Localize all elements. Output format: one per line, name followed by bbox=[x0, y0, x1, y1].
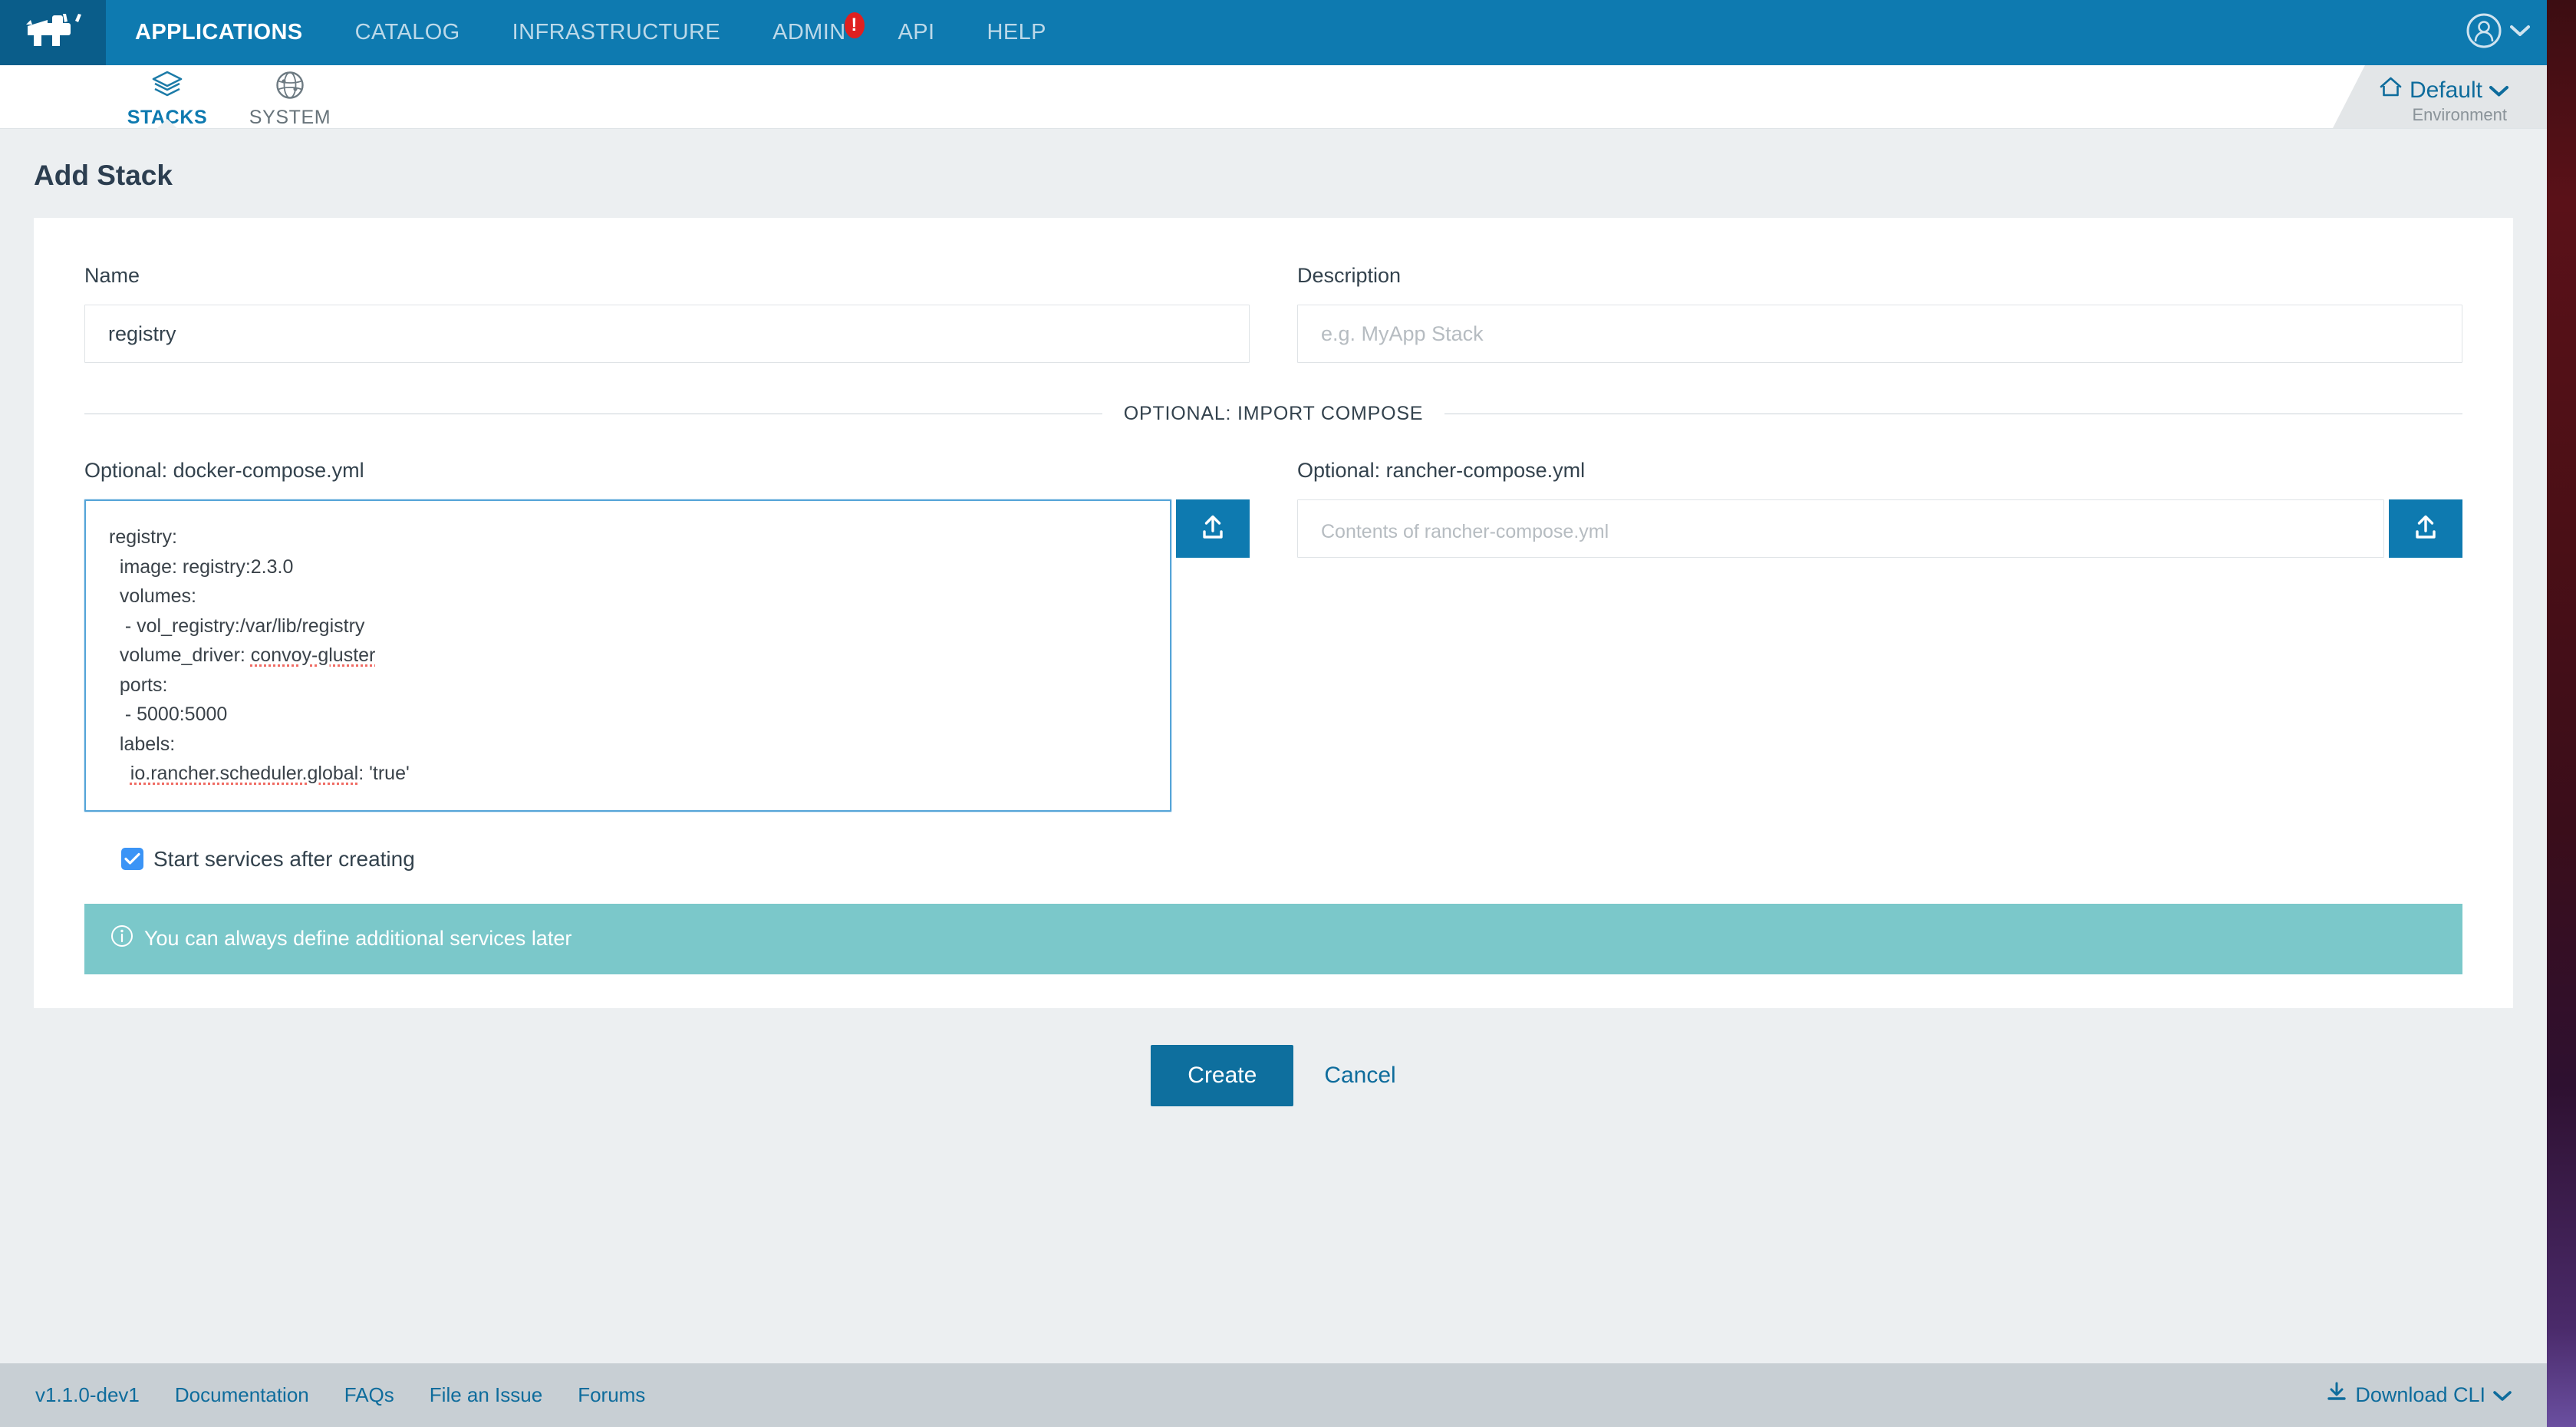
subnav-tab-system[interactable]: SYSTEM bbox=[229, 65, 351, 129]
user-menu[interactable] bbox=[2466, 0, 2530, 65]
footer-link-file-an-issue[interactable]: File an Issue bbox=[430, 1383, 542, 1407]
environment-name: Default bbox=[2409, 77, 2482, 103]
main-nav-links: APPLICATIONS CATALOG INFRASTRUCTURE ADMI… bbox=[106, 0, 1072, 65]
start-services-checkbox[interactable] bbox=[121, 848, 143, 870]
docker-compose-group: Optional: docker-compose.yml registry: i… bbox=[84, 459, 1250, 812]
page-title: Add Stack bbox=[0, 129, 2547, 218]
chevron-down-icon bbox=[2493, 1383, 2512, 1407]
divider-label: OPTIONAL: IMPORT COMPOSE bbox=[1123, 403, 1424, 424]
footer-links: v1.1.0-dev1 Documentation FAQs File an I… bbox=[35, 1383, 645, 1407]
name-field-group: Name bbox=[84, 264, 1250, 363]
globe-network-icon bbox=[275, 70, 305, 104]
home-icon bbox=[2379, 76, 2403, 104]
download-cli-label: Download CLI bbox=[2355, 1383, 2485, 1406]
description-label: Description bbox=[1297, 264, 1402, 287]
footer-link-faqs[interactable]: FAQs bbox=[344, 1383, 394, 1407]
nav-link-label: HELP bbox=[987, 20, 1046, 44]
description-input[interactable] bbox=[1297, 305, 2462, 363]
create-button[interactable]: Create bbox=[1151, 1044, 1294, 1106]
info-banner: You can always define additional service… bbox=[84, 903, 2462, 974]
docker-compose-label: Optional: docker-compose.yml bbox=[84, 459, 364, 482]
nav-link-catalog[interactable]: CATALOG bbox=[329, 0, 486, 65]
download-cli-button[interactable]: Download CLI bbox=[2326, 1382, 2512, 1409]
nav-link-applications[interactable]: APPLICATIONS bbox=[106, 0, 329, 65]
subnav-tab-label: STACKS bbox=[127, 107, 208, 128]
sub-navigation-bar: STACKS SYSTEM Default Environment bbox=[0, 65, 2547, 130]
rancher-compose-group: Optional: rancher-compose.yml bbox=[1297, 459, 2462, 812]
footer: v1.1.0-dev1 Documentation FAQs File an I… bbox=[0, 1363, 2547, 1427]
footer-link-version[interactable]: v1.1.0-dev1 bbox=[35, 1383, 140, 1407]
nav-link-label: ADMIN bbox=[772, 20, 846, 44]
nav-link-help[interactable]: HELP bbox=[961, 0, 1072, 65]
nav-link-api[interactable]: API bbox=[872, 0, 961, 65]
download-icon bbox=[2326, 1382, 2347, 1409]
nav-link-label: APPLICATIONS bbox=[135, 20, 303, 44]
rancher-compose-label: Optional: rancher-compose.yml bbox=[1297, 459, 1586, 482]
subnav-tab-label: SYSTEM bbox=[249, 107, 331, 128]
add-stack-form-card: Name Description OPTIONAL: IMPORT COMPOS… bbox=[34, 218, 2513, 1008]
footer-link-documentation[interactable]: Documentation bbox=[175, 1383, 309, 1407]
desktop-background-strip bbox=[2547, 0, 2576, 1427]
nav-link-label: API bbox=[898, 20, 935, 44]
import-compose-divider: OPTIONAL: IMPORT COMPOSE bbox=[84, 403, 2462, 425]
cancel-button[interactable]: Cancel bbox=[1324, 1063, 1395, 1089]
name-label: Name bbox=[84, 264, 140, 287]
upload-icon bbox=[2413, 515, 2439, 543]
browser-window: APPLICATIONS CATALOG INFRASTRUCTURE ADMI… bbox=[0, 0, 2547, 1427]
upload-docker-compose-button[interactable] bbox=[1176, 499, 1250, 558]
docker-compose-textarea[interactable]: registry: image: registry:2.3.0 volumes:… bbox=[84, 499, 1171, 812]
start-services-label: Start services after creating bbox=[153, 846, 415, 871]
footer-link-forums[interactable]: Forums bbox=[578, 1383, 645, 1407]
upload-icon bbox=[1200, 515, 1226, 543]
environment-sublabel: Environment bbox=[2412, 105, 2507, 124]
name-input[interactable] bbox=[84, 305, 1250, 363]
form-actions: Create Cancel bbox=[0, 1008, 2547, 1106]
name-description-row: Name Description bbox=[84, 264, 2462, 363]
subnav-tab-stacks[interactable]: STACKS bbox=[106, 65, 229, 130]
description-field-group: Description bbox=[1297, 264, 2462, 363]
start-services-checkbox-row[interactable]: Start services after creating bbox=[121, 847, 2462, 872]
layers-icon bbox=[151, 70, 183, 104]
rancher-compose-textarea[interactable] bbox=[1297, 499, 2384, 558]
top-navigation-bar: APPLICATIONS CATALOG INFRASTRUCTURE ADMI… bbox=[0, 0, 2547, 65]
chevron-down-icon bbox=[2489, 77, 2508, 104]
info-banner-text: You can always define additional service… bbox=[144, 927, 572, 950]
user-avatar-icon bbox=[2466, 12, 2502, 53]
upload-rancher-compose-button[interactable] bbox=[2389, 499, 2462, 558]
environment-selector[interactable]: Default Environment bbox=[2332, 65, 2547, 128]
rancher-cow-logo[interactable] bbox=[0, 0, 106, 65]
card-bottom-spacer bbox=[84, 974, 2462, 1008]
nav-link-infrastructure[interactable]: INFRASTRUCTURE bbox=[486, 0, 746, 65]
nav-link-label: INFRASTRUCTURE bbox=[512, 20, 721, 44]
nav-link-admin[interactable]: ADMIN ! bbox=[746, 0, 871, 65]
chevron-down-icon bbox=[2510, 25, 2530, 41]
info-circle-icon bbox=[110, 924, 133, 953]
admin-alert-badge: ! bbox=[844, 12, 865, 38]
checkmark-icon bbox=[124, 852, 140, 865]
nav-link-label: CATALOG bbox=[354, 20, 460, 44]
compose-row: Optional: docker-compose.yml registry: i… bbox=[84, 459, 2462, 812]
